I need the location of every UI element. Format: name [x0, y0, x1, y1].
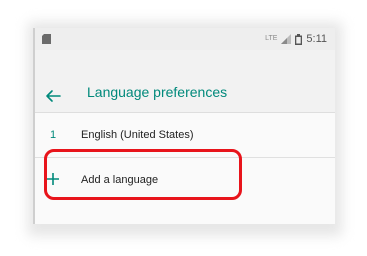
list-item-language[interactable]: 1 English (United States): [33, 113, 335, 158]
network-type: LTE: [265, 34, 278, 42]
screen-edge: [33, 28, 35, 224]
clock: 5:11: [306, 33, 327, 45]
signal-icon: [281, 34, 292, 44]
phone-screen: LTE 5:11 Language preferences 1 English …: [33, 28, 335, 224]
page-title: Language preferences: [87, 84, 228, 100]
status-bar: LTE 5:11: [33, 28, 335, 50]
add-language-button[interactable]: Add a language: [33, 158, 335, 202]
language-index: 1: [50, 129, 57, 141]
sd-card-icon: [42, 34, 51, 44]
add-language-label: Add a language: [81, 174, 159, 186]
language-name: English (United States): [81, 129, 194, 141]
battery-icon: [295, 33, 303, 45]
app-bar: Language preferences: [33, 50, 335, 113]
status-icons: LTE 5:11: [265, 33, 327, 45]
plus-icon: [47, 173, 59, 185]
arrow-back-icon[interactable]: [43, 88, 63, 104]
